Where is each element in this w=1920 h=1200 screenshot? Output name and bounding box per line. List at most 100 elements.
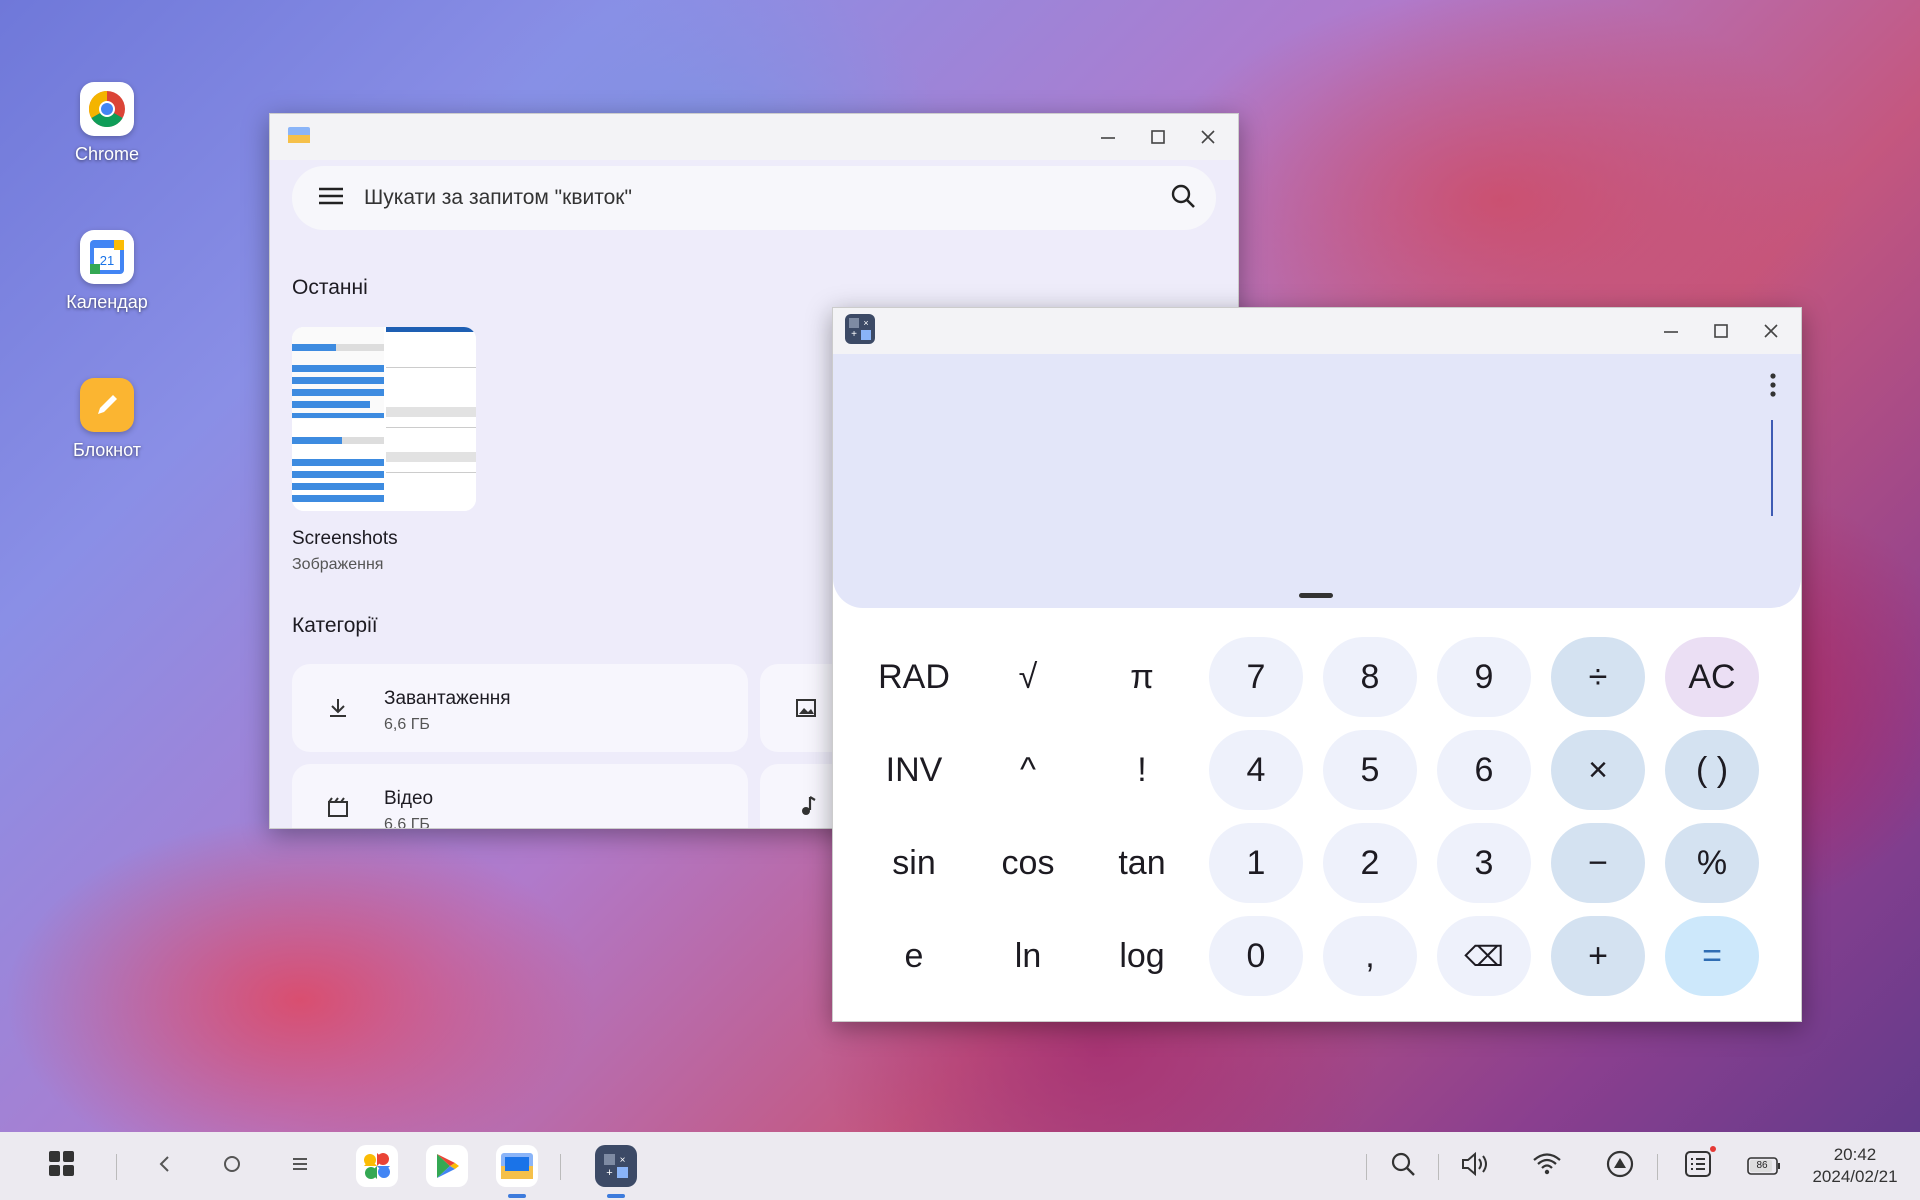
key-8[interactable]: 8 [1323,637,1417,717]
key-plus[interactable]: + [1551,916,1645,996]
taskbar-app-calculator[interactable]: + × [594,1132,638,1200]
key-4[interactable]: 4 [1209,730,1303,810]
search-icon [1390,1151,1416,1182]
key-backspace[interactable]: ⌫ [1437,916,1531,996]
key-3[interactable]: 3 [1437,823,1531,903]
key-parentheses[interactable]: ( ) [1665,730,1759,810]
minimize-button[interactable] [1659,319,1683,343]
category-size: 6,6 ГБ [384,816,430,829]
files-titlebar[interactable] [270,114,1238,160]
close-button[interactable] [1196,125,1220,149]
key-inv[interactable]: INV [867,730,961,810]
key-7[interactable]: 7 [1209,637,1303,717]
desktop-icon-label: Chrome [74,144,140,164]
key-cos[interactable]: cos [981,823,1075,903]
key-ac[interactable]: AC [1665,637,1759,717]
key-6[interactable]: 6 [1437,730,1531,810]
taskbar-search-button[interactable] [1388,1132,1418,1200]
home-button[interactable] [217,1132,247,1200]
key-sqrt[interactable]: √ [981,637,1075,717]
notifications-button[interactable] [1680,1132,1716,1200]
recents-button[interactable] [285,1132,315,1200]
chrome-icon [80,82,134,136]
battery-level: 86 [1756,1160,1768,1171]
video-icon [326,796,350,825]
svg-text:×: × [863,318,868,328]
key-1[interactable]: 1 [1209,823,1303,903]
taskbar-app-files[interactable] [495,1132,539,1200]
calendar-icon: 21 [80,230,134,284]
taskbar-app-photos[interactable] [355,1132,399,1200]
key-0[interactable]: 0 [1209,916,1303,996]
key-minus[interactable]: − [1551,823,1645,903]
wifi-button[interactable] [1530,1132,1564,1200]
key-divide[interactable]: ÷ [1551,637,1645,717]
key-2[interactable]: 2 [1323,823,1417,903]
back-icon [157,1154,173,1179]
running-indicator [607,1194,625,1198]
svg-text:+: + [606,1167,612,1179]
music-icon [796,794,820,823]
volume-button[interactable] [1458,1132,1492,1200]
calendar-day: 21 [100,253,114,268]
search-input[interactable]: Шукати за запитом "квиток" [364,186,632,210]
text-cursor [1771,420,1773,516]
category-downloads[interactable]: Завантаження 6,6 ГБ [292,664,748,752]
calculator-icon: + × [595,1145,637,1187]
key-power[interactable]: ^ [981,730,1075,810]
maximize-button[interactable] [1709,319,1733,343]
key-9[interactable]: 9 [1437,637,1531,717]
clock-date: 2024/02/21 [1812,1167,1898,1186]
desktop-icon-calendar[interactable]: 21 Календар [47,230,167,313]
taskbar-separator [1438,1154,1439,1180]
volume-icon [1460,1151,1490,1182]
maximize-button[interactable] [1146,125,1170,149]
desktop-icon-label: Календар [66,292,148,312]
files-app-icon [288,126,310,148]
close-button[interactable] [1759,319,1783,343]
recent-thumbnail[interactable] [292,327,476,511]
category-size: 6,6 ГБ [384,716,430,733]
more-options-icon[interactable] [1769,372,1777,403]
drag-handle[interactable] [1299,593,1333,598]
desktop-icon-chrome[interactable]: Chrome [47,82,167,165]
key-factorial[interactable]: ! [1095,730,1189,810]
search-bar[interactable]: Шукати за запитом "квиток" [292,166,1216,230]
minimize-button[interactable] [1096,125,1120,149]
notification-badge-icon [1710,1145,1716,1152]
key-sin[interactable]: sin [867,823,961,903]
svg-text:+: + [851,329,857,340]
key-rad[interactable]: RAD [867,637,961,717]
clock-time: 20:42 [1833,1145,1877,1164]
app-launcher-button[interactable] [40,1132,84,1200]
key-ln[interactable]: ln [981,916,1075,996]
battery-icon: 86 [1747,1157,1781,1175]
search-icon[interactable] [1170,183,1196,214]
running-indicator [508,1194,526,1198]
notepad-icon [80,378,134,432]
navigation-icon [1605,1149,1635,1184]
desktop-icon-notepad[interactable]: Блокнот [47,378,167,461]
key-equals[interactable]: = [1665,916,1759,996]
key-log[interactable]: log [1095,916,1189,996]
key-e[interactable]: e [867,916,961,996]
back-button[interactable] [150,1132,180,1200]
key-multiply[interactable]: × [1551,730,1645,810]
notifications-icon [1684,1145,1716,1183]
key-percent[interactable]: % [1665,823,1759,903]
key-5[interactable]: 5 [1323,730,1417,810]
clock[interactable]: 20:42 2024/02/21 [1800,1132,1910,1200]
category-video[interactable]: Відео 6,6 ГБ [292,764,748,829]
menu-icon[interactable] [318,186,344,211]
calculator-titlebar[interactable]: + × [833,308,1801,354]
taskbar-app-play-store[interactable] [425,1132,469,1200]
navigation-button[interactable] [1603,1132,1637,1200]
key-tan[interactable]: tan [1095,823,1189,903]
image-icon [794,696,818,725]
desktop-icon-label: Блокнот [72,440,141,460]
taskbar: + × 86 20:42 2024/02/21 [0,1132,1920,1200]
calculator-display[interactable] [833,354,1801,608]
recent-title: Останні [292,276,368,299]
key-pi[interactable]: π [1095,637,1189,717]
key-decimal[interactable]: , [1323,916,1417,996]
